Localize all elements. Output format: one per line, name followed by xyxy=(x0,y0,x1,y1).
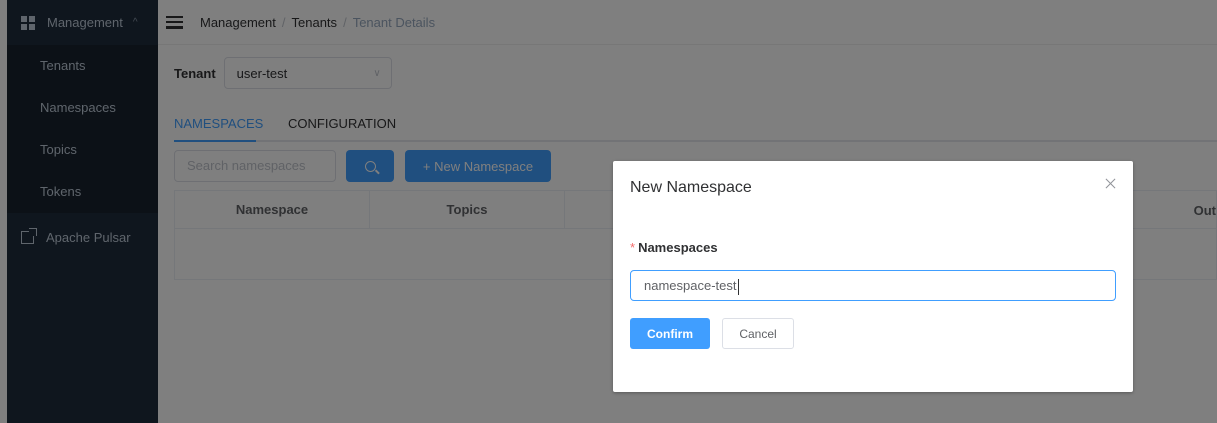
dialog-title: New Namespace xyxy=(630,179,752,196)
namespaces-field-label-text: Namespaces xyxy=(638,240,718,255)
cancel-button[interactable]: Cancel xyxy=(722,318,794,349)
new-namespace-dialog: New Namespace * Namespaces namespace-test… xyxy=(613,161,1133,392)
close-icon[interactable] xyxy=(1105,178,1116,189)
required-mark: * xyxy=(630,240,636,255)
namespaces-field-label: * Namespaces xyxy=(630,240,718,255)
text-caret xyxy=(737,278,739,295)
namespace-name-input[interactable]: namespace-test xyxy=(630,270,1116,301)
confirm-button[interactable]: Confirm xyxy=(630,318,710,349)
namespace-name-value: namespace-test xyxy=(644,278,737,293)
